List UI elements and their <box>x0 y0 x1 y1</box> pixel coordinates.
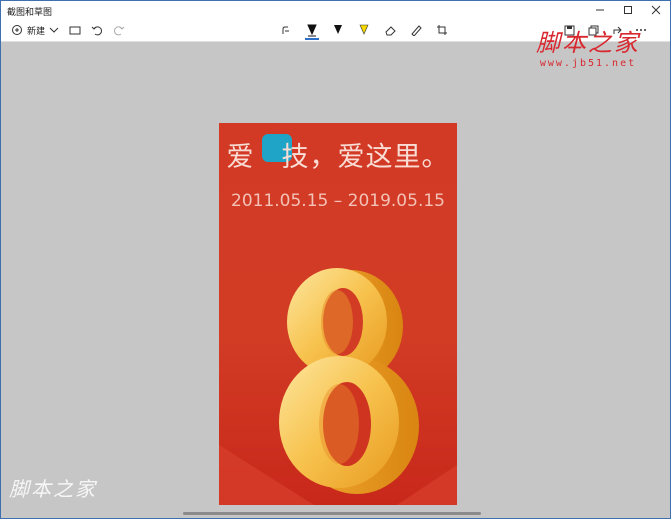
image-headline: 爱技，爱这里。 <box>219 135 457 174</box>
minimize-button[interactable] <box>586 1 614 19</box>
redo-icon <box>114 26 125 36</box>
maximize-button[interactable] <box>614 1 642 19</box>
chevron-down-icon <box>49 27 59 33</box>
eraser-button[interactable] <box>381 22 399 38</box>
pencil-button[interactable] <box>329 22 347 38</box>
horizontal-scrollbar[interactable] <box>183 512 481 515</box>
headline-part-2: 技，爱这里。 <box>281 142 450 173</box>
highlighter-icon <box>359 24 369 35</box>
screenshot-image[interactable]: 爱技，爱这里。 2011.05.15 – 2019.05.15 <box>219 123 457 505</box>
window-controls <box>586 1 670 19</box>
watermark-logo-top: 脚本之家 www.jb51.net <box>536 23 640 69</box>
ruler-icon <box>411 25 422 36</box>
headline-part-1: 爱 <box>226 142 255 173</box>
new-snip-button[interactable]: 新建 <box>11 22 45 38</box>
close-button[interactable] <box>642 1 670 19</box>
close-icon <box>651 5 661 15</box>
new-snip-dropdown[interactable] <box>47 22 61 38</box>
canvas-area[interactable]: 爱技，爱这里。 2011.05.15 – 2019.05.15 <box>1 42 670 518</box>
snip-sketch-window: 截图和草图 新建 爱 技，爱这里。 2011.05.15 – 2019.05.1… <box>0 0 671 519</box>
open-file-button[interactable] <box>67 22 83 38</box>
watermark-top-url: www.jb51.net <box>539 58 637 69</box>
eraser-icon <box>384 26 396 36</box>
folder-icon <box>69 26 81 35</box>
maximize-icon <box>624 6 632 14</box>
touch-writing-button[interactable] <box>277 22 295 38</box>
watermark-top-text: 脚本之家 <box>536 29 640 57</box>
minimize-icon <box>596 9 604 11</box>
image-date: 2011.05.15 – 2019.05.15 <box>231 191 445 211</box>
new-snip-icon <box>12 25 22 35</box>
crop-icon <box>437 25 447 35</box>
window-title: 截图和草图 <box>7 8 53 18</box>
ballpoint-pen-button[interactable] <box>303 22 321 40</box>
touch-writing-icon <box>282 26 289 34</box>
ruler-button[interactable] <box>407 22 425 38</box>
fold-shape-left <box>219 445 314 505</box>
redo-button[interactable] <box>111 22 127 38</box>
new-snip-label: 新建 <box>27 26 46 37</box>
title-bar: 截图和草图 <box>1 1 670 19</box>
fold-shape-right <box>397 465 457 505</box>
undo-button[interactable] <box>89 22 105 38</box>
watermark-bottom: 脚本之家 <box>9 477 97 501</box>
crop-button[interactable] <box>433 22 451 38</box>
highlighter-button[interactable] <box>355 22 373 38</box>
pen-tools <box>277 22 451 40</box>
undo-icon <box>91 26 102 36</box>
pencil-icon <box>334 25 342 34</box>
ballpoint-pen-icon <box>307 24 317 37</box>
